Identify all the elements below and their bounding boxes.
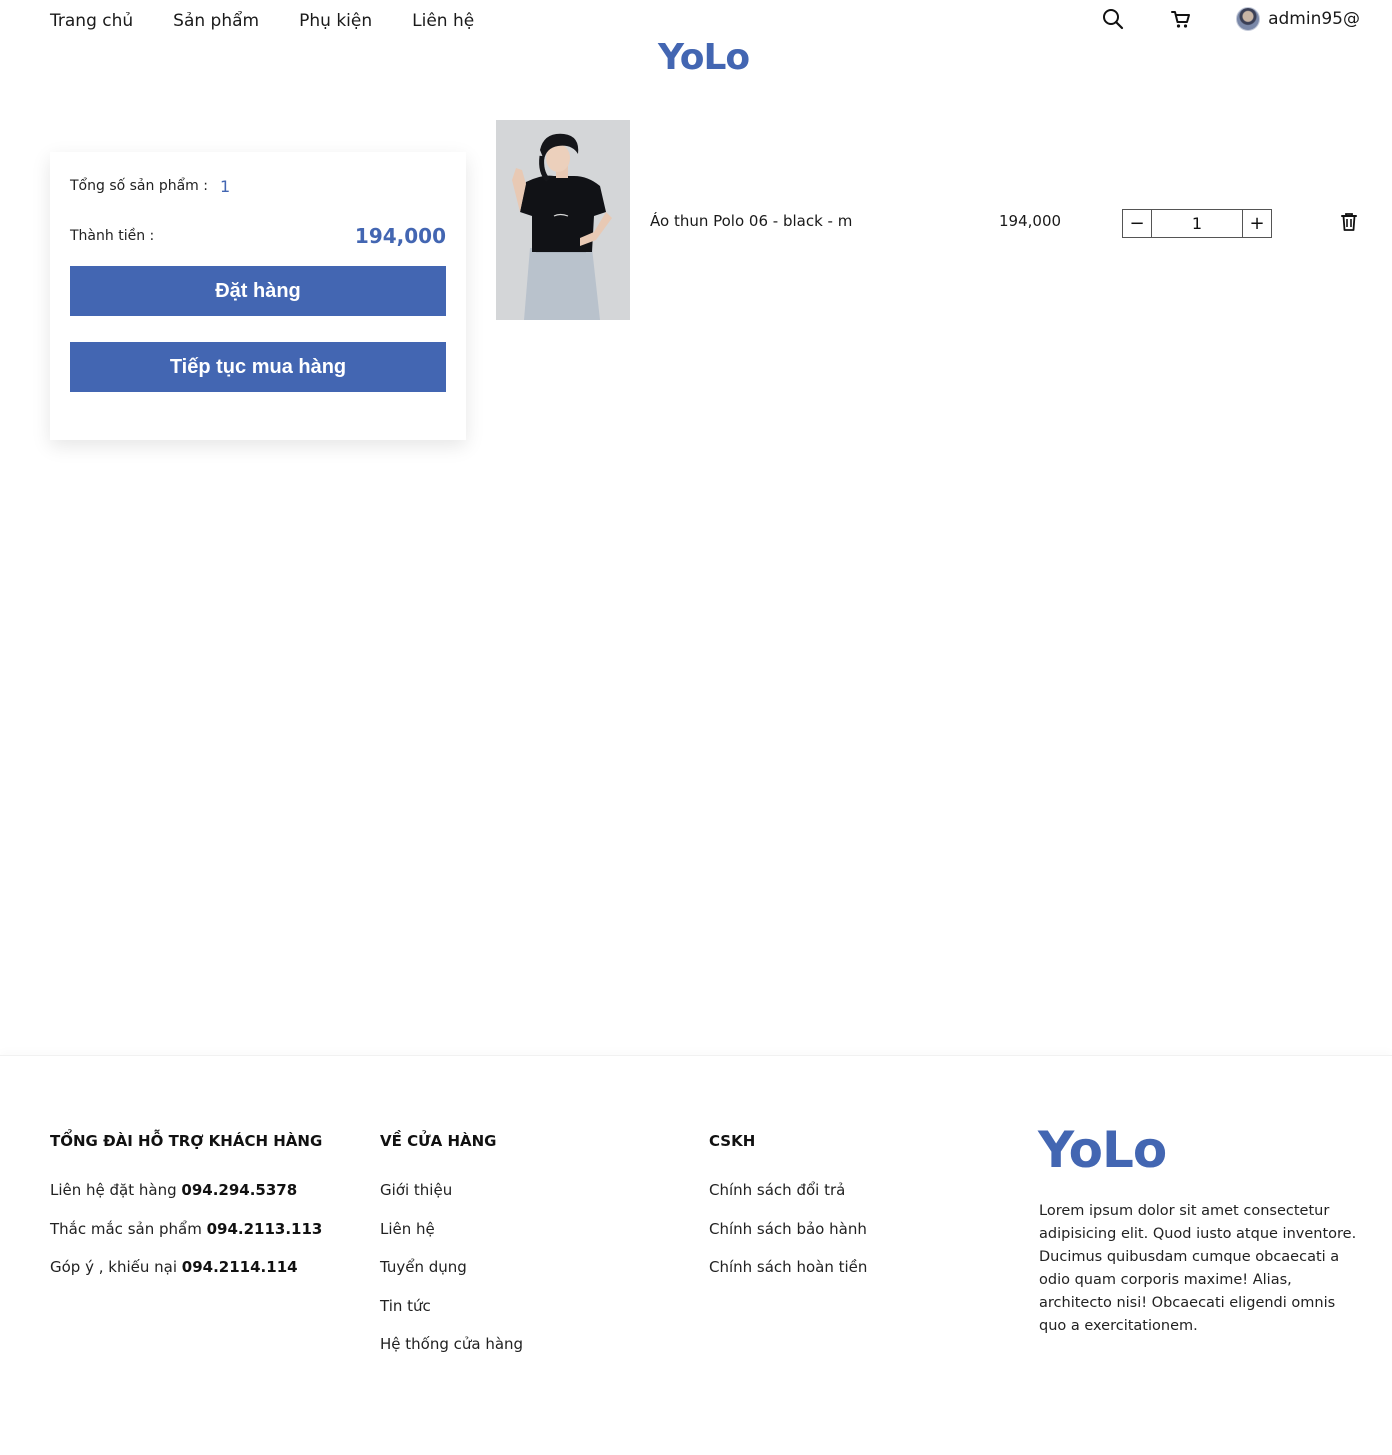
support-line-question: Thắc mắc sản phẩm 094.2113.113 bbox=[50, 1219, 322, 1239]
footer-link-warranty[interactable]: Chính sách bảo hành bbox=[709, 1219, 867, 1239]
footer-cskh-title: CSKH bbox=[709, 1132, 756, 1150]
footer-link-about[interactable]: Giới thiệu bbox=[380, 1180, 523, 1200]
header-actions: admin95@ bbox=[1100, 6, 1360, 32]
continue-shopping-button[interactable]: Tiếp tục mua hàng bbox=[70, 342, 446, 392]
footer-link-news[interactable]: Tin tức bbox=[380, 1296, 523, 1316]
footer-store: VỀ CỬA HÀNG Giới thiệu Liên hệ Tuyển dụn… bbox=[380, 1131, 523, 1373]
support-line-order: Liên hệ đặt hàng 094.294.5378 bbox=[50, 1180, 322, 1200]
main-nav: Trang chủ Sản phẩm Phụ kiện Liên hệ bbox=[50, 8, 514, 34]
nav-accessories[interactable]: Phụ kiện bbox=[299, 8, 372, 34]
support-label: Liên hệ đặt hàng bbox=[50, 1181, 177, 1199]
footer-logo[interactable]: YoLo bbox=[1038, 1122, 1167, 1178]
footer-link-careers[interactable]: Tuyển dụng bbox=[380, 1257, 523, 1277]
footer-link-refund[interactable]: Chính sách hoàn tiền bbox=[709, 1257, 867, 1277]
nav-contact[interactable]: Liên hệ bbox=[412, 8, 474, 34]
order-summary: Tổng số sản phẩm : 1 Thành tiền : 194,00… bbox=[50, 152, 466, 440]
nav-products[interactable]: Sản phẩm bbox=[173, 8, 259, 34]
footer-support: TỔNG ĐÀI HỖ TRỢ KHÁCH HÀNG Liên hệ đặt h… bbox=[50, 1131, 322, 1296]
support-phone[interactable]: 094.2113.113 bbox=[207, 1220, 323, 1238]
increase-quantity-button[interactable]: + bbox=[1242, 210, 1271, 237]
decrease-quantity-button[interactable]: − bbox=[1123, 210, 1152, 237]
product-name[interactable]: Áo thun Polo 06 - black - m bbox=[650, 212, 852, 230]
footer-cskh: CSKH Chính sách đổi trả Chính sách bảo h… bbox=[709, 1131, 867, 1296]
quantity-input[interactable] bbox=[1152, 210, 1242, 237]
cart-item: Áo thun Polo 06 - black - m 194,000 − + bbox=[496, 120, 1362, 320]
avatar bbox=[1236, 7, 1261, 31]
count-value: 1 bbox=[219, 176, 231, 196]
support-label: Thắc mắc sản phẩm bbox=[50, 1219, 202, 1238]
product-price: 194,000 bbox=[999, 212, 1062, 230]
search-icon[interactable] bbox=[1100, 6, 1126, 32]
summary-total-row: Thành tiền : 194,000 bbox=[70, 222, 446, 250]
support-phone[interactable]: 094.294.5378 bbox=[181, 1181, 297, 1199]
count-label: Tổng số sản phẩm : bbox=[70, 178, 208, 194]
total-label: Thành tiền : bbox=[70, 228, 155, 244]
footer-store-title: VỀ CỬA HÀNG bbox=[380, 1132, 497, 1150]
site-footer: TỔNG ĐÀI HỖ TRỢ KHÁCH HÀNG Liên hệ đặt h… bbox=[0, 1055, 1392, 1455]
user-menu[interactable]: admin95@ bbox=[1236, 7, 1360, 31]
place-order-button[interactable]: Đặt hàng bbox=[70, 266, 446, 316]
username: admin95@ bbox=[1268, 9, 1360, 29]
support-phone[interactable]: 094.2114.114 bbox=[182, 1258, 298, 1276]
nav-home[interactable]: Trang chủ bbox=[50, 8, 133, 34]
quantity-stepper: − + bbox=[1122, 209, 1272, 238]
support-label: Góp ý , khiếu nại bbox=[50, 1258, 178, 1276]
footer-link-stores[interactable]: Hệ thống cửa hàng bbox=[380, 1334, 523, 1354]
cart-icon[interactable] bbox=[1168, 6, 1194, 32]
footer-description: Lorem ipsum dolor sit amet consectetur a… bbox=[1039, 1203, 1357, 1334]
total-value: 194,000 bbox=[354, 224, 446, 248]
summary-count-row: Tổng số sản phẩm : 1 bbox=[70, 174, 446, 198]
trash-icon[interactable] bbox=[1338, 211, 1360, 233]
footer-support-title: TỔNG ĐÀI HỖ TRỢ KHÁCH HÀNG bbox=[50, 1132, 323, 1150]
footer-link-returns[interactable]: Chính sách đổi trả bbox=[709, 1180, 867, 1200]
product-image[interactable] bbox=[496, 120, 630, 320]
support-line-feedback: Góp ý , khiếu nại 094.2114.114 bbox=[50, 1257, 322, 1277]
footer-link-contact[interactable]: Liên hệ bbox=[380, 1219, 523, 1239]
site-logo[interactable]: YoLo bbox=[658, 36, 750, 80]
